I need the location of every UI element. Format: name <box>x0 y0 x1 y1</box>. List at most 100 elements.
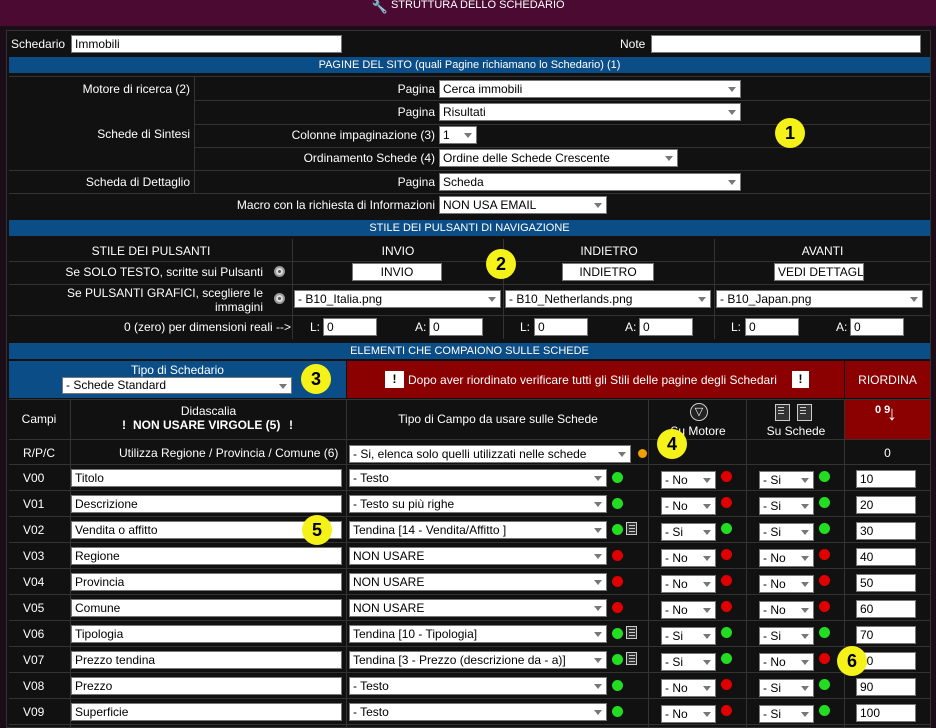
tipo-schedario-label: Tipo di Schedario <box>131 363 224 377</box>
list-icon[interactable] <box>626 652 637 665</box>
motore-select[interactable]: - Si <box>661 523 716 541</box>
colonne-select[interactable]: 1 <box>439 126 477 144</box>
field-caption-input[interactable]: Regione <box>71 547 342 565</box>
schede-select[interactable]: - Si <box>759 627 814 645</box>
motore-pagina-label: Pagina <box>397 82 435 96</box>
order-input[interactable]: 100 <box>856 704 916 722</box>
motore-select[interactable]: - Si <box>661 627 716 645</box>
ordinamento-select[interactable]: Ordine delle Schede Crescente <box>439 149 678 167</box>
field-code: V04 <box>23 575 45 589</box>
order-input[interactable]: 50 <box>856 574 916 592</box>
note-input[interactable] <box>651 35 921 53</box>
schede-status-dot <box>819 653 830 664</box>
order-input[interactable]: 10 <box>856 470 916 488</box>
schede-select[interactable]: - Si <box>759 497 814 515</box>
schede-status-dot <box>819 575 830 586</box>
motore-select[interactable]: - No <box>661 601 716 619</box>
field-code: V05 <box>23 601 45 615</box>
motore-select[interactable]: - No <box>661 679 716 697</box>
field-type-select[interactable]: NON USARE <box>349 547 607 565</box>
motore-status-dot <box>721 471 732 482</box>
indietro-a-input[interactable]: 0 <box>639 318 693 336</box>
schede-select[interactable]: - Si <box>759 471 814 489</box>
schede-select[interactable]: - No <box>759 653 814 671</box>
motore-status-dot <box>721 497 732 508</box>
rpc-select[interactable]: - Si, elenca solo quelli utilizzati nell… <box>349 445 631 463</box>
field-caption-input[interactable]: Comune <box>71 599 342 617</box>
doc-icon <box>775 404 790 421</box>
indietro-image-select[interactable]: - B10_Netherlands.png <box>505 290 711 308</box>
rpc-label: Utilizza Regione / Provincia / Comune (6… <box>119 446 339 460</box>
grafici-label-2: immagini <box>214 300 263 314</box>
field-type-select[interactable]: - Testo su più righe <box>349 495 607 513</box>
field-type-select[interactable]: NON USARE <box>349 573 607 591</box>
indietro-l-input[interactable]: 0 <box>534 318 588 336</box>
title-bar: 🔧 STRUTTURA DELLO SCHEDARIO <box>0 0 936 26</box>
order-input[interactable]: 20 <box>856 496 916 514</box>
motore-status-dot <box>721 523 732 534</box>
order-input[interactable]: 30 <box>856 522 916 540</box>
motore-select[interactable]: - No <box>661 705 716 723</box>
motore-select[interactable]: - No <box>661 575 716 593</box>
dettaglio-pagina-select[interactable]: Scheda <box>439 173 741 191</box>
schede-select[interactable]: - Si <box>759 679 814 697</box>
field-caption-input[interactable]: Titolo <box>71 469 342 487</box>
field-type-select[interactable]: - Testo <box>349 703 607 721</box>
zero-label: 0 (zero) per dimensioni reali --> <box>123 320 291 334</box>
list-icon[interactable] <box>626 626 637 639</box>
indietro-text-input[interactable]: INDIETRO <box>562 263 654 281</box>
table-row: V05 Comune NON USARE - No - No 60 <box>7 595 932 621</box>
avanti-a-input[interactable]: 0 <box>850 318 904 336</box>
field-caption-input[interactable]: Descrizione <box>71 495 342 513</box>
field-caption-input[interactable]: Prezzo tendina <box>71 651 342 669</box>
field-caption-input[interactable]: Provincia <box>71 573 342 591</box>
field-caption-input[interactable]: Superficie <box>71 703 342 721</box>
schede-select[interactable]: - No <box>759 549 814 567</box>
field-type-select[interactable]: Tendina [10 - Tipologia] <box>349 625 607 643</box>
list-icon[interactable] <box>626 522 637 535</box>
schede-select[interactable]: - No <box>759 601 814 619</box>
table-row: V07 Prezzo tendina Tendina [3 - Prezzo (de… <box>7 647 932 673</box>
col-tipo: Tipo di Campo da usare sulle Schede <box>398 412 598 426</box>
order-input[interactable]: 60 <box>856 600 916 618</box>
wrench-icon: 🔧 <box>371 0 388 14</box>
field-type-select[interactable]: - Testo <box>349 469 607 487</box>
sintesi-pagina-select[interactable]: Risultati <box>439 103 741 121</box>
avanti-l-input[interactable]: 0 <box>745 318 799 336</box>
avanti-image-select[interactable]: - B10_Japan.png <box>716 290 923 308</box>
invio-a-input[interactable]: 0 <box>429 318 483 336</box>
field-type-select[interactable]: NON USARE <box>349 599 607 617</box>
motore-status-dot <box>721 679 732 690</box>
order-input[interactable]: 40 <box>856 548 916 566</box>
field-caption-input[interactable]: Tipologia <box>71 625 342 643</box>
schede-select[interactable]: - No <box>759 575 814 593</box>
motore-select[interactable]: - No <box>661 549 716 567</box>
motore-pagina-select[interactable]: Cerca immobili <box>439 80 741 98</box>
col-avanti: AVANTI <box>801 244 844 258</box>
field-type-select[interactable]: Tendina [3 - Prezzo (descrizione da - a)… <box>349 651 607 669</box>
macro-select[interactable]: NON USA EMAIL <box>439 196 607 214</box>
funnel-icon: ▽ <box>690 403 708 421</box>
invio-text-input[interactable]: INVIO <box>352 263 442 281</box>
motore-select[interactable]: - No <box>661 471 716 489</box>
motore-select[interactable]: - No <box>661 497 716 515</box>
invio-image-select[interactable]: - B10_Italia.png <box>294 290 501 308</box>
motore-select[interactable]: - Si <box>661 653 716 671</box>
order-input[interactable]: 70 <box>856 626 916 644</box>
solo-testo-radio[interactable] <box>274 266 285 277</box>
field-caption-input[interactable]: Prezzo <box>71 677 342 695</box>
grafici-radio[interactable] <box>274 293 285 304</box>
invio-l-input[interactable]: 0 <box>323 318 377 336</box>
col-stile: STILE DEI PULSANTI <box>91 244 211 258</box>
schede-select[interactable]: - Si <box>759 705 814 723</box>
schede-select[interactable]: - Si <box>759 523 814 541</box>
field-type-select[interactable]: - Testo <box>349 677 607 695</box>
field-code: V07 <box>23 653 45 667</box>
page-title: STRUTTURA DELLO SCHEDARIO <box>390 0 565 11</box>
schedario-input[interactable]: Immobili <box>71 35 342 53</box>
avanti-text-input[interactable]: VEDI DETTAGLI <box>774 263 864 281</box>
rpc-code: R/P/C <box>23 446 56 460</box>
field-type-select[interactable]: Tendina [14 - Vendita/Affitto ] <box>349 521 607 539</box>
order-input[interactable]: 90 <box>856 678 916 696</box>
tipo-schedario-select[interactable]: - Schede Standard <box>62 377 292 394</box>
